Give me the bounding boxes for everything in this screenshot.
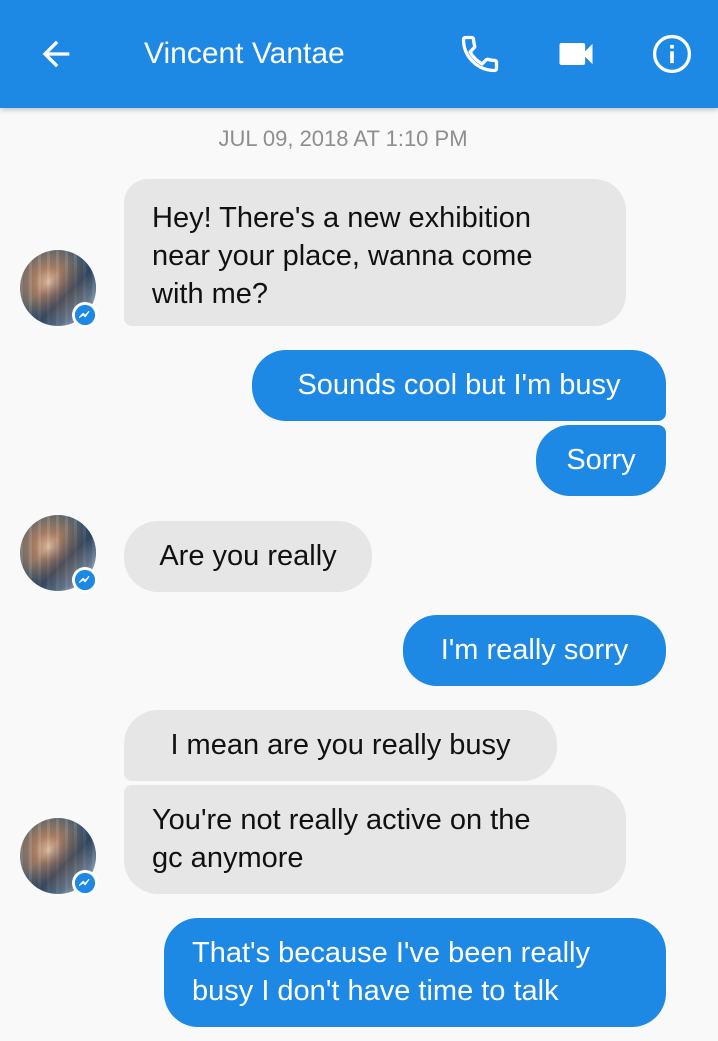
incoming-message-bubble[interactable]: I mean are you really busy xyxy=(124,710,557,781)
message-text: I mean are you really busy xyxy=(170,729,511,761)
outgoing-message-bubble[interactable]: Sounds cool but I'm busy xyxy=(252,350,666,421)
incoming-message-bubble[interactable]: Hey! There's a new exhibition near your … xyxy=(124,179,626,326)
outgoing-message-bubble[interactable]: Sorry xyxy=(536,425,666,496)
outgoing-message-bubble[interactable]: I'm really sorry xyxy=(403,615,666,686)
avatar[interactable] xyxy=(20,515,98,593)
incoming-message-bubble[interactable]: You're not really active on the gc anymo… xyxy=(124,785,626,894)
incoming-message-bubble[interactable]: Are you really xyxy=(124,521,372,592)
info-icon xyxy=(652,34,692,74)
video-call-button[interactable] xyxy=(546,24,606,84)
arrow-left-icon xyxy=(42,40,70,68)
message-line: busy I don't have time to talk xyxy=(192,975,559,1007)
message-line: gc anymore xyxy=(152,842,304,874)
message-line: Hey! There's a new exhibition xyxy=(152,202,531,234)
avatar[interactable] xyxy=(20,818,98,896)
messenger-badge-icon xyxy=(72,567,98,593)
back-button[interactable] xyxy=(26,24,86,84)
message-line: near your place, wanna come xyxy=(152,240,533,272)
outgoing-message-bubble[interactable]: That's because I've been really busy I d… xyxy=(164,918,666,1027)
avatar[interactable] xyxy=(20,250,98,328)
conversation-header: Vincent Vantae xyxy=(0,0,718,108)
message-line: That's because I've been really xyxy=(192,937,590,969)
voice-call-button[interactable] xyxy=(450,24,510,84)
contact-name[interactable]: Vincent Vantae xyxy=(144,34,345,74)
messenger-badge-icon xyxy=(72,870,98,896)
messenger-badge-icon xyxy=(72,302,98,328)
chat-screen: Vincent Vantae JUL 09, 2018 AT 1:10 PM H… xyxy=(0,0,718,1041)
message-text: Sorry xyxy=(566,444,636,476)
video-camera-icon xyxy=(559,43,593,65)
message-text: Are you really xyxy=(159,540,337,572)
phone-icon xyxy=(461,35,499,73)
conversation-info-button[interactable] xyxy=(642,24,702,84)
message-line: You're not really active on the xyxy=(152,804,531,836)
message-text: I'm really sorry xyxy=(440,634,629,666)
message-text: Sounds cool but I'm busy xyxy=(297,369,621,401)
message-line: with me? xyxy=(152,278,269,310)
message-timestamp: JUL 09, 2018 AT 1:10 PM xyxy=(218,126,468,151)
